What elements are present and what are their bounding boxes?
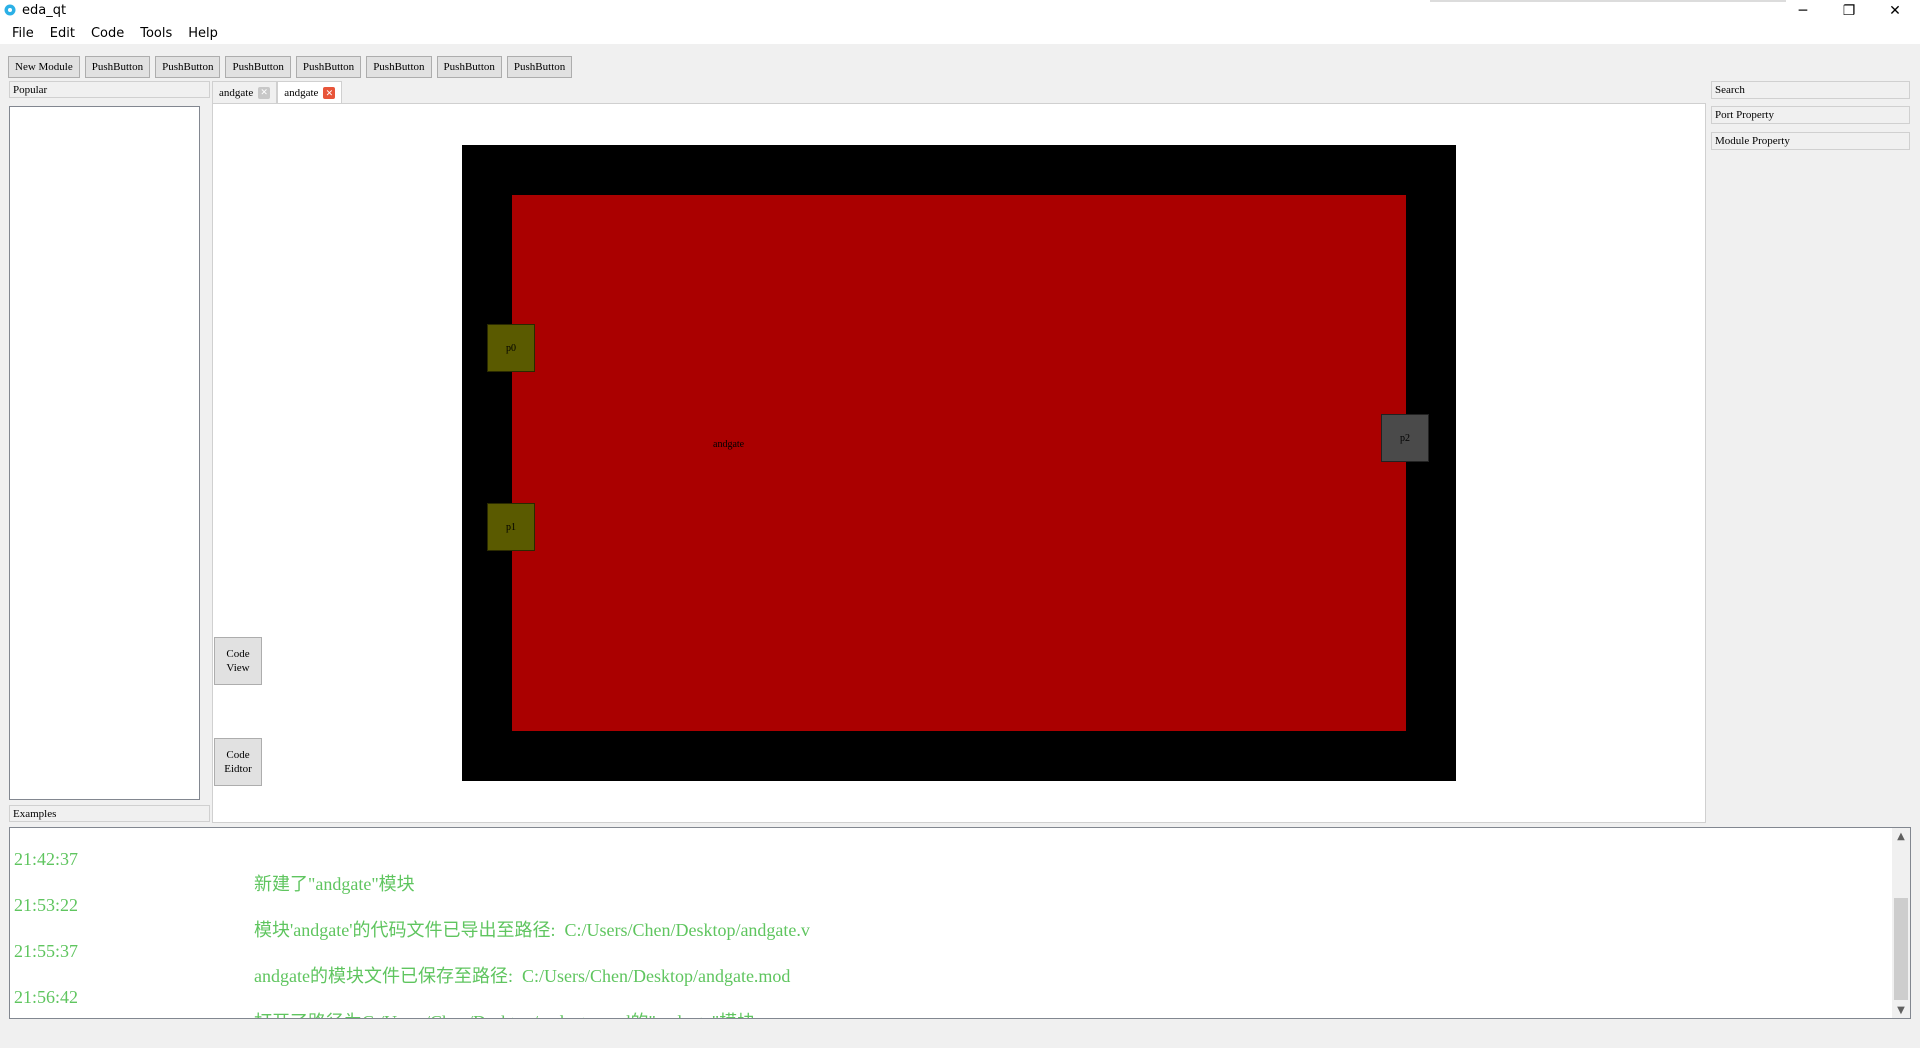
- log-message: 新建了"andgate"模块: [254, 874, 415, 894]
- log-time: 21:53:22: [14, 895, 79, 915]
- log-time: 21:42:37: [14, 849, 79, 869]
- close-icon[interactable]: ✕: [323, 87, 336, 99]
- code-view-line1: Code: [226, 648, 250, 660]
- log-time: 21:55:37: [14, 941, 79, 961]
- push-button-5[interactable]: PushButton: [366, 56, 432, 78]
- module-name-label: andgate: [713, 439, 745, 450]
- menu-file[interactable]: File: [4, 26, 42, 41]
- push-button-4[interactable]: PushButton: [295, 56, 362, 78]
- code-editor-line2: Eidtor: [224, 763, 252, 775]
- tab-bar: andgate ✕ andgate ✕: [212, 81, 343, 104]
- code-editor-button[interactable]: Code Eidtor: [214, 738, 262, 786]
- push-button-6[interactable]: PushButton: [436, 56, 502, 78]
- restore-button[interactable]: ❐: [1826, 0, 1872, 22]
- tab-label: andgate: [284, 87, 319, 99]
- log-entry: 21:56:42 打开了路径为C:/Users/Chen/Desktop/and…: [14, 966, 755, 1018]
- menu-bar: File Edit Code Tools Help: [0, 22, 1920, 44]
- module-property-button[interactable]: Module Property: [1711, 132, 1910, 150]
- menu-help[interactable]: Help: [180, 26, 226, 41]
- examples-header[interactable]: Examples: [9, 805, 210, 822]
- push-button-3[interactable]: PushButton: [225, 56, 291, 78]
- port-property-button[interactable]: Port Property: [1711, 106, 1910, 124]
- code-view-line2: View: [226, 662, 250, 674]
- scroll-down-icon[interactable]: ▼: [1892, 1002, 1910, 1018]
- module-body[interactable]: [512, 195, 1406, 731]
- port-p2[interactable]: p2: [1381, 414, 1429, 462]
- close-button[interactable]: ✕: [1872, 0, 1918, 22]
- popular-header[interactable]: Popular: [9, 81, 210, 98]
- title-bar-shadow: [1430, 0, 1786, 2]
- window-title: eda_qt: [22, 3, 67, 18]
- log-message: 模块'andgate'的代码文件已导出至路径: C:/Users/Chen/De…: [254, 920, 810, 940]
- log-panel[interactable]: 21:42:37 新建了"andgate"模块 21:53:22 模块'andg…: [9, 827, 1911, 1019]
- title-bar: [0, 0, 1920, 22]
- tab-label: andgate: [219, 86, 254, 99]
- new-module-button[interactable]: New Module: [8, 56, 80, 78]
- scroll-up-icon[interactable]: ▲: [1892, 828, 1910, 844]
- minimize-button[interactable]: ─: [1780, 0, 1826, 22]
- menu-code[interactable]: Code: [83, 26, 132, 41]
- port-p1[interactable]: p1: [487, 503, 535, 551]
- menu-tools[interactable]: Tools: [132, 26, 180, 41]
- log-time: 21:56:42: [14, 987, 79, 1007]
- tab-andgate-1[interactable]: andgate ✕: [212, 81, 278, 103]
- push-button-1[interactable]: PushButton: [84, 56, 151, 78]
- toolbar: New Module PushButton PushButton PushBut…: [8, 56, 573, 78]
- push-button-7[interactable]: PushButton: [506, 56, 573, 78]
- popular-list[interactable]: [9, 106, 200, 800]
- code-view-button[interactable]: Code View: [214, 637, 262, 685]
- push-button-2[interactable]: PushButton: [155, 56, 221, 78]
- port-p0[interactable]: p0: [487, 324, 535, 372]
- tab-andgate-2[interactable]: andgate ✕: [277, 81, 343, 104]
- close-icon[interactable]: ✕: [258, 86, 271, 99]
- log-message: 打开了路径为C:/Users/Chen/Desktop/andgate.mod的…: [254, 1008, 755, 1018]
- log-message: andgate的模块文件已保存至路径: C:/Users/Chen/Deskto…: [254, 966, 791, 986]
- app-icon: [4, 4, 16, 16]
- code-editor-line1: Code: [226, 749, 250, 761]
- menu-edit[interactable]: Edit: [42, 26, 83, 41]
- scrollbar-thumb[interactable]: [1894, 898, 1908, 1000]
- search-button[interactable]: Search: [1711, 81, 1910, 99]
